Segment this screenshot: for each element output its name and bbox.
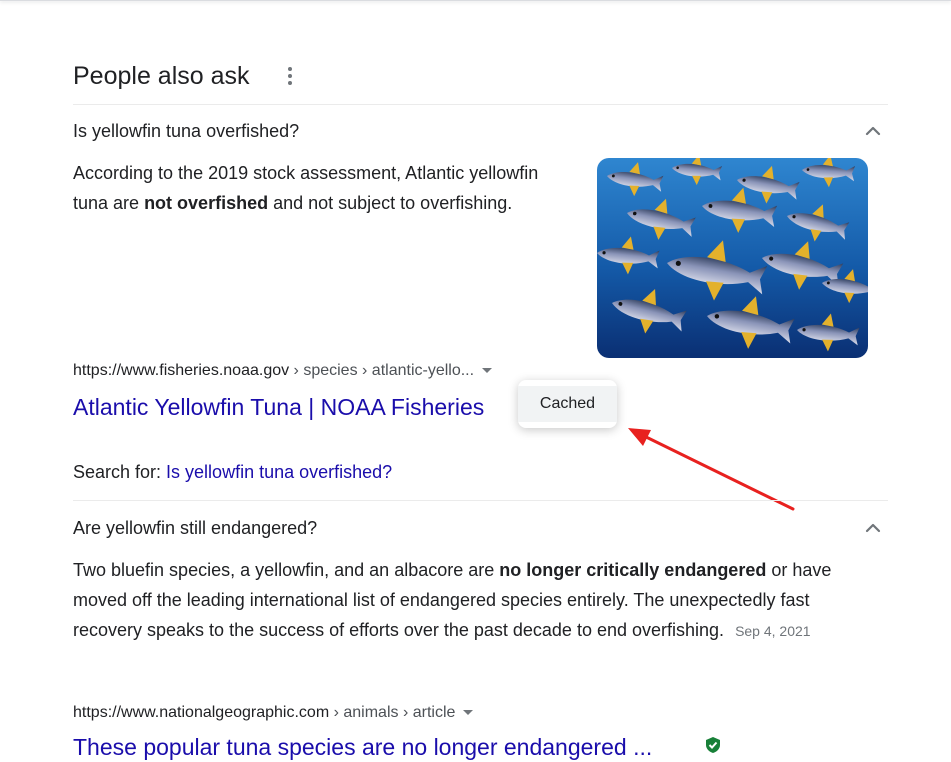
header-shadow: [0, 0, 951, 1]
answer-highlight: not overfished: [144, 193, 269, 213]
paa-title: People also ask: [73, 62, 250, 90]
search-for-link[interactable]: Is yellowfin tuna overfished?: [166, 462, 392, 482]
search-for-label: Search for:: [73, 462, 167, 482]
caret-down-icon[interactable]: [482, 368, 493, 374]
annotation-arrow: [628, 428, 795, 511]
answer-2: Two bluefin species, a yellowfin, and an…: [73, 560, 832, 640]
search-for: Search for: Is yellowfin tuna overfished…: [73, 459, 392, 485]
cached-menu-item[interactable]: Cached: [518, 386, 617, 422]
answer-date: Sep 4, 2021: [735, 623, 811, 639]
result-options-menu: Cached: [518, 380, 617, 428]
more-vert-icon[interactable]: [283, 66, 297, 86]
answer-1: According to the 2019 stock assessment, …: [73, 163, 539, 213]
caret-down-icon[interactable]: [463, 710, 474, 716]
question-1[interactable]: Is yellowfin tuna overfished?: [73, 118, 299, 144]
citation-path: › animals › article: [329, 704, 456, 721]
verified-shield-icon: [706, 737, 720, 753]
chevron-up-icon[interactable]: [865, 123, 881, 139]
result-citation-1: https://www.fisheries.noaa.gov › species…: [73, 360, 493, 382]
answer-highlight: no longer critically endangered: [499, 560, 767, 580]
question-2[interactable]: Are yellowfin still endangered?: [73, 515, 317, 541]
citation-domain: https://www.fisheries.noaa.gov: [73, 362, 290, 379]
citation-domain: https://www.nationalgeographic.com: [73, 704, 330, 721]
divider: [73, 500, 888, 501]
result-link-1[interactable]: Atlantic Yellowfin Tuna | NOAA Fisheries: [73, 392, 484, 422]
school-of-yellowfin-tuna-photo: [597, 158, 868, 358]
result-citation-2: https://www.nationalgeographic.com › ani…: [73, 702, 474, 724]
chevron-up-icon[interactable]: [865, 520, 881, 536]
divider: [73, 104, 888, 105]
citation-path: › species › atlantic-yello...: [289, 362, 475, 379]
result-link-2[interactable]: These popular tuna species are no longer…: [73, 732, 652, 762]
tuna-thumbnail[interactable]: [597, 158, 868, 358]
